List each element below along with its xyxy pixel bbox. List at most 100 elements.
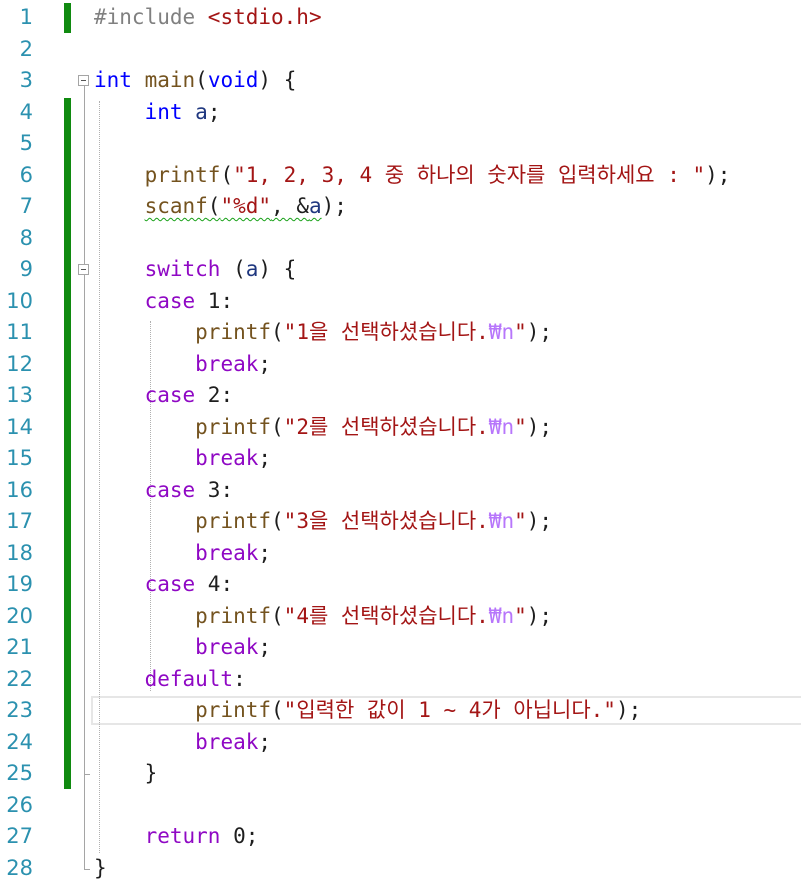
code-token: break bbox=[195, 351, 259, 376]
fold-range-main bbox=[84, 86, 85, 869]
fold-end-switch bbox=[84, 774, 90, 775]
code-line[interactable]: break; bbox=[94, 632, 271, 664]
code-token: " bbox=[514, 320, 527, 344]
code-line[interactable]: scanf("%d", &a); bbox=[94, 191, 347, 223]
code-line[interactable]: printf("3을 선택하셨습니다.₩n"); bbox=[94, 506, 552, 538]
line-number: 18 bbox=[6, 540, 33, 565]
code-token: ; bbox=[207, 99, 221, 124]
code-token: printf bbox=[195, 509, 272, 533]
code-line[interactable]: case 4: bbox=[94, 569, 234, 601]
line-number: 7 bbox=[19, 194, 33, 218]
code-line[interactable]: switch (a) { bbox=[94, 254, 297, 286]
code-line[interactable]: } bbox=[94, 853, 107, 885]
code-token: "%d" bbox=[220, 194, 272, 218]
code-token: "4를 선택하셨습니다. bbox=[283, 603, 489, 628]
code-editor[interactable]: 1 2 3 4 5 6 7 8 9 10 11 12 13 14 15 16 17 18 19 20 21 22 23 24 2… bbox=[0, 0, 801, 885]
code-token: ); bbox=[526, 509, 553, 533]
code-line[interactable]: break; bbox=[94, 443, 271, 475]
line-number: 10 bbox=[6, 288, 33, 313]
code-token: ; bbox=[258, 540, 272, 565]
line-number: 8 bbox=[19, 225, 33, 250]
line-number-gutter: 1 2 3 4 5 6 7 8 9 10 11 12 13 14 15 16 17 18 19 20 21 22 23 24 2… bbox=[0, 0, 60, 885]
code-token: ( bbox=[220, 257, 246, 281]
code-token: "1을 선택하셨습니다. bbox=[283, 320, 489, 344]
code-line[interactable]: default: bbox=[94, 664, 246, 696]
line-number: 24 bbox=[6, 729, 33, 754]
code-line[interactable]: case 1: bbox=[94, 286, 234, 318]
code-token: case bbox=[144, 477, 196, 502]
code-token: break bbox=[195, 635, 259, 659]
code-token: ₩n bbox=[488, 603, 515, 628]
code-token: printf bbox=[195, 320, 272, 344]
code-token: : bbox=[233, 666, 246, 691]
code-token: printf bbox=[144, 162, 221, 187]
code-token: ( bbox=[271, 320, 284, 344]
line-number: 11 bbox=[6, 320, 33, 344]
line-number: 26 bbox=[6, 792, 33, 817]
code-line[interactable]: printf("2를 선택하셨습니다.₩n"); bbox=[94, 412, 552, 444]
code-token: } bbox=[94, 761, 158, 785]
code-token: a bbox=[308, 194, 322, 218]
code-line[interactable]: #include <stdio.h> bbox=[94, 2, 322, 34]
code-line[interactable]: printf("1, 2, 3, 4 중 하나의 숫자를 입력하세요 : "); bbox=[94, 160, 731, 192]
code-token: ); bbox=[526, 320, 553, 344]
code-token: break bbox=[195, 540, 259, 565]
code-line[interactable]: printf("1을 선택하셨습니다.₩n"); bbox=[94, 317, 552, 349]
code-line[interactable]: printf("입력한 값이 1 ~ 4가 아닙니다."); bbox=[94, 695, 641, 727]
code-token: printf bbox=[195, 603, 272, 628]
code-line[interactable]: printf("4를 선택하셨습니다.₩n"); bbox=[94, 601, 552, 633]
code-token: ; bbox=[258, 635, 272, 659]
line-number: 16 bbox=[6, 477, 33, 502]
code-line[interactable]: int main(void) { bbox=[94, 65, 296, 97]
collapse-switch-button[interactable] bbox=[78, 264, 89, 275]
line-number: 12 bbox=[6, 351, 33, 376]
code-line[interactable]: case 3: bbox=[94, 475, 234, 507]
code-token: <stdio.h> bbox=[207, 5, 322, 29]
code-token: main bbox=[144, 68, 196, 92]
code-token: "3을 선택하셨습니다. bbox=[283, 509, 489, 533]
code-token: case bbox=[144, 288, 196, 313]
line-number: 1 bbox=[19, 5, 33, 29]
line-number: 21 bbox=[6, 635, 33, 659]
collapse-main-button[interactable] bbox=[78, 75, 89, 86]
code-line[interactable]: } bbox=[94, 758, 158, 790]
code-line[interactable]: break; bbox=[94, 349, 271, 381]
code-token: ( bbox=[220, 162, 234, 187]
code-token: printf bbox=[195, 698, 272, 722]
code-token: void bbox=[207, 68, 259, 92]
code-line[interactable]: return 0; bbox=[94, 821, 259, 853]
code-token: ₩n bbox=[488, 320, 515, 344]
code-token: "입력한 값이 1 ~ 4가 아닙니다." bbox=[283, 698, 616, 722]
code-token: 0; bbox=[220, 824, 259, 848]
code-token: return bbox=[144, 824, 221, 848]
line-number: 28 bbox=[6, 855, 33, 880]
code-token: 4: bbox=[195, 572, 234, 596]
code-token: } bbox=[94, 855, 107, 880]
line-number: 19 bbox=[6, 572, 33, 596]
line-number: 20 bbox=[6, 603, 33, 628]
code-line[interactable]: break; bbox=[94, 727, 271, 759]
code-line[interactable]: case 2: bbox=[94, 380, 234, 412]
code-line[interactable]: break; bbox=[94, 538, 271, 570]
code-token: ); bbox=[526, 603, 553, 628]
code-line[interactable]: int a; bbox=[94, 97, 221, 129]
code-token: ); bbox=[705, 162, 731, 187]
code-token: int bbox=[144, 99, 183, 124]
code-token: switch bbox=[144, 257, 221, 281]
code-token: ₩n bbox=[488, 414, 515, 439]
line-number: 6 bbox=[19, 162, 33, 187]
code-token: ); bbox=[526, 414, 553, 439]
changed-lines-marker bbox=[64, 97, 71, 789]
